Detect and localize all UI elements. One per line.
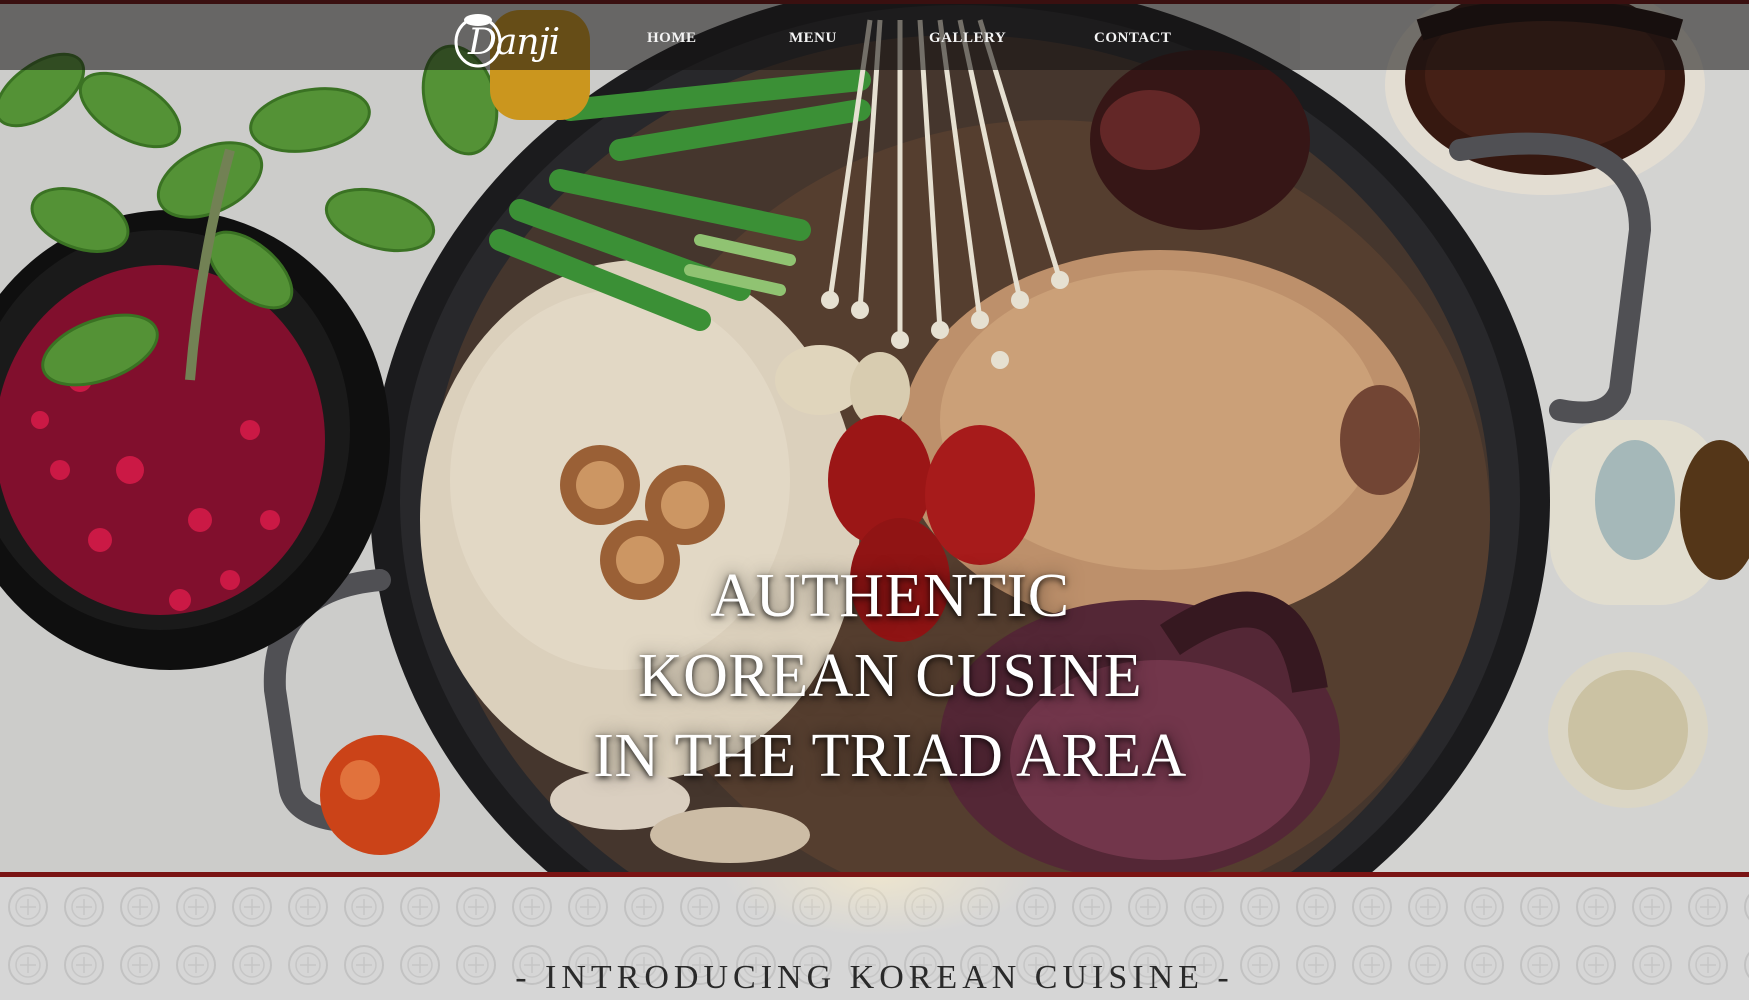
- hero-headline: AUTHENTIC KOREAN CUSINE IN THE TRIAD ARE…: [480, 556, 1300, 796]
- hero-section: Danji HOME MENU GALLERY CONTACT AUTHENTI…: [0, 0, 1749, 872]
- headline-line-3: IN THE TRIAD AREA: [593, 722, 1187, 790]
- nav-contact-link[interactable]: CONTACT: [1094, 30, 1171, 47]
- page: Danji HOME MENU GALLERY CONTACT AUTHENTI…: [0, 0, 1749, 1000]
- nav-menu-link[interactable]: MENU: [789, 30, 837, 47]
- headline-line-2: KOREAN CUSINE: [637, 642, 1143, 710]
- logo-wordmark: Danji: [468, 22, 560, 63]
- brand-logo[interactable]: Danji: [452, 8, 560, 70]
- intro-section: - INTRODUCING KOREAN CUISINE -: [0, 877, 1749, 1000]
- intro-glow: [720, 877, 1040, 937]
- nav-gallery-link[interactable]: GALLERY: [929, 30, 1006, 47]
- headline-line-1: AUTHENTIC: [710, 562, 1070, 630]
- nav-home-link[interactable]: HOME: [647, 30, 697, 47]
- intro-section-title: - INTRODUCING KOREAN CUISINE -: [515, 959, 1234, 996]
- top-navbar: Danji HOME MENU GALLERY CONTACT: [0, 0, 1749, 70]
